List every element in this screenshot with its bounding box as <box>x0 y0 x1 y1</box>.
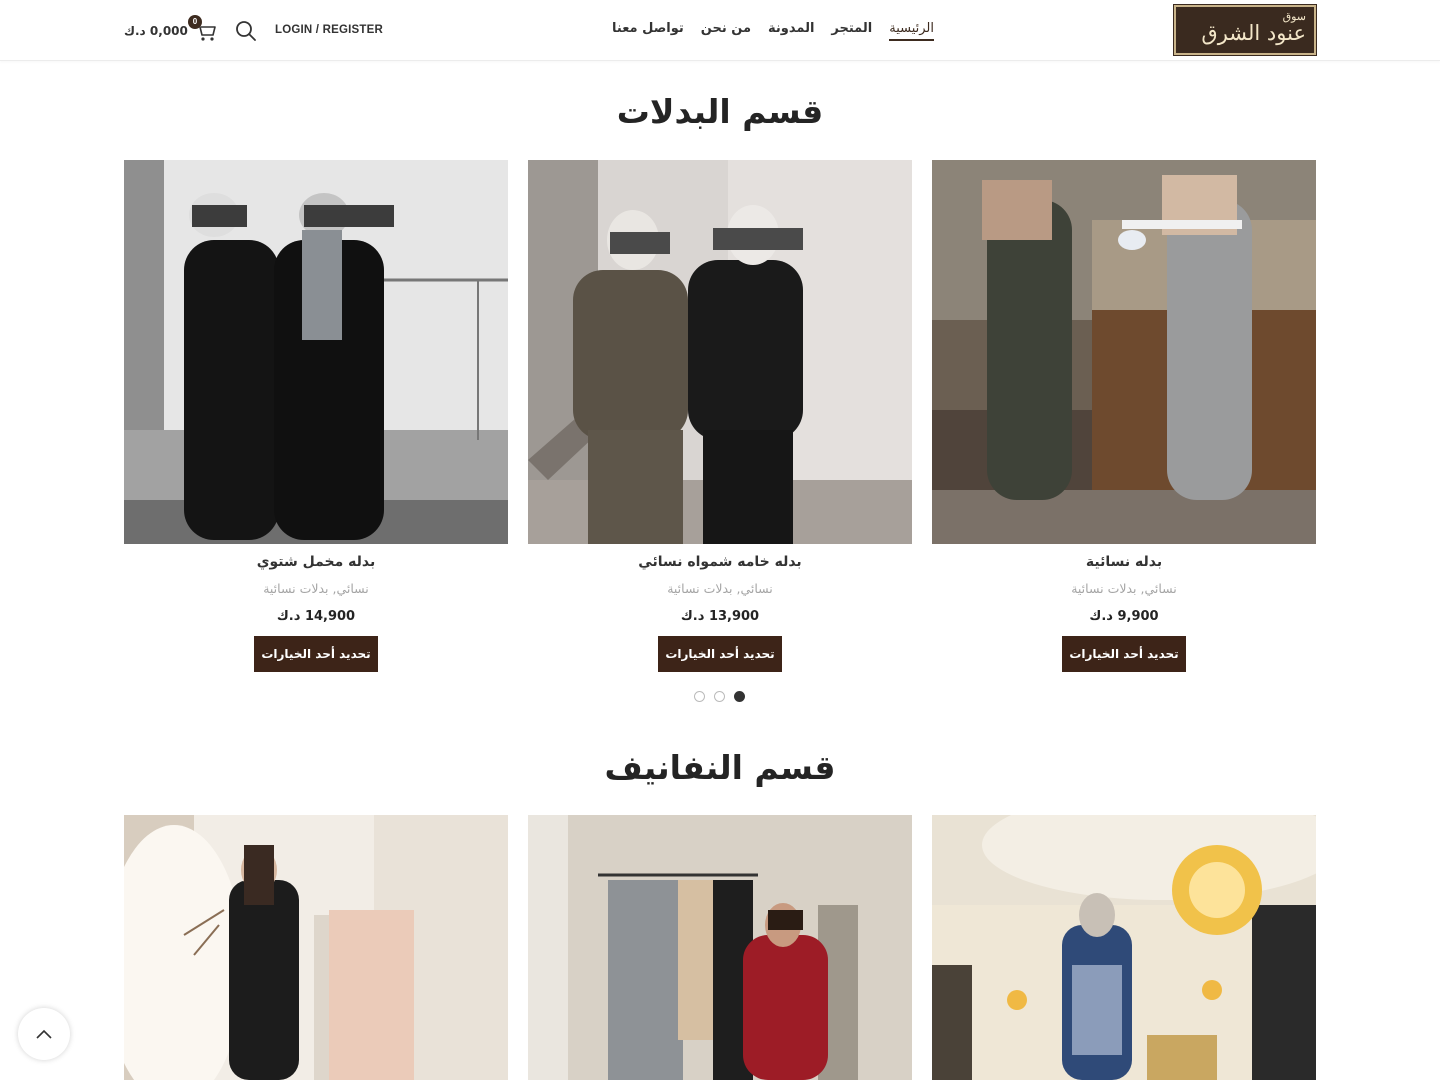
product-categories[interactable]: نسائي, بدلات نسائية <box>528 581 912 596</box>
product-image[interactable] <box>124 815 508 1080</box>
product-name[interactable]: بدله نسائية <box>932 554 1316 570</box>
section-title-suits: قسم البدلات <box>616 92 824 131</box>
site-header: سوق عنود الشرق الرئيسية المتجر المدونة م… <box>0 0 1440 61</box>
product-price: 13,900 د.ك <box>680 609 760 624</box>
nav-contact[interactable]: تواصل معنا <box>612 21 684 41</box>
product-name[interactable]: بدله مخمل شتوي <box>124 554 508 570</box>
chevron-up-icon <box>36 1029 52 1039</box>
select-options-button[interactable]: تحديد أحد الخيارات <box>254 636 378 672</box>
search-icon[interactable] <box>235 20 257 42</box>
product-card[interactable]: بدله خامه شمواه نسائي نسائي, بدلات نسائي… <box>528 160 912 672</box>
product-name[interactable]: بدله خامه شمواه نسائي <box>528 554 912 570</box>
login-register-link[interactable]: LOGIN / REGISTER <box>275 24 383 36</box>
product-categories[interactable]: نسائي, بدلات نسائية <box>124 581 508 596</box>
select-options-button[interactable]: تحديد أحد الخيارات <box>1062 636 1186 672</box>
product-image[interactable] <box>528 815 912 1080</box>
product-card[interactable] <box>124 815 508 1080</box>
site-logo[interactable]: سوق عنود الشرق <box>1173 4 1317 56</box>
cart-total[interactable]: 0,000 د.ك <box>124 24 188 38</box>
product-card[interactable] <box>528 815 912 1080</box>
product-image[interactable] <box>932 815 1316 1080</box>
product-image[interactable] <box>124 160 508 544</box>
select-options-button[interactable]: تحديد أحد الخيارات <box>658 636 782 672</box>
nav-blog[interactable]: المدونة <box>768 21 814 41</box>
product-card[interactable] <box>932 815 1316 1080</box>
main-nav: الرئيسية المتجر المدونة من نحن تواصل معن… <box>612 21 934 41</box>
product-categories[interactable]: نسائي, بدلات نسائية <box>932 581 1316 596</box>
product-image[interactable] <box>932 160 1316 544</box>
product-price: 9,900 د.ك <box>1089 609 1159 624</box>
scroll-to-top-button[interactable] <box>18 1008 70 1060</box>
product-card[interactable]: بدله مخمل شتوي نسائي, بدلات نسائية 14,90… <box>124 160 508 672</box>
product-card[interactable]: بدله نسائية نسائي, بدلات نسائية 9,900 د.… <box>932 160 1316 672</box>
section-title-sweaters: قسم النفانيف <box>604 748 836 787</box>
nav-shop[interactable]: المتجر <box>831 21 872 41</box>
carousel-dot[interactable] <box>714 691 725 702</box>
nav-home[interactable]: الرئيسية <box>889 21 934 41</box>
logo-name: عنود الشرق <box>1201 21 1306 45</box>
carousel-pagination <box>694 691 746 703</box>
cart-count-badge: 0 <box>188 15 202 29</box>
product-image[interactable] <box>528 160 912 544</box>
carousel-dot-active[interactable] <box>734 691 745 702</box>
product-price: 14,900 د.ك <box>276 609 356 624</box>
carousel-dot[interactable] <box>694 691 705 702</box>
nav-about[interactable]: من نحن <box>701 21 751 41</box>
